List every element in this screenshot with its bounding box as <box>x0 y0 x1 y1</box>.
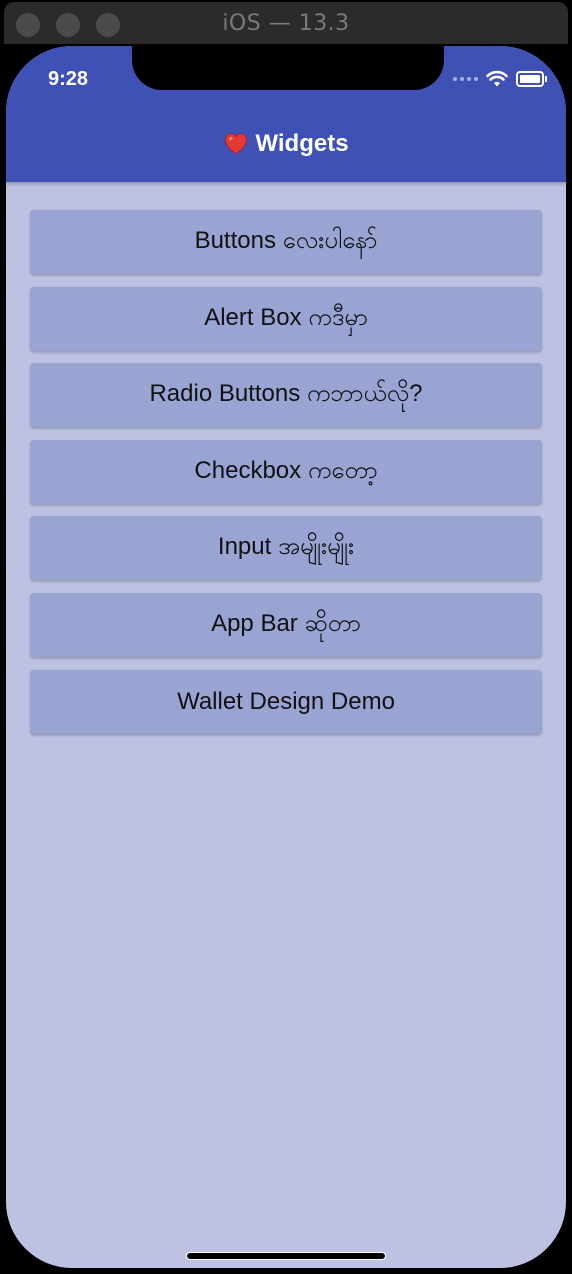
buttons-demo-button[interactable]: Buttons လေးပါနော် <box>30 210 542 274</box>
app-screen: 9:28 Widgets Buttons လေးပါနော် Alert Box… <box>6 46 566 1268</box>
checkbox-demo-button[interactable]: Checkbox ကတော့ <box>30 439 542 504</box>
window-titlebar: iOS — 13.3 <box>4 2 568 46</box>
wallet-design-demo-button[interactable]: Wallet Design Demo <box>30 669 542 734</box>
input-demo-button[interactable]: Input အမျိုးမျိုး <box>30 516 542 581</box>
alert-box-demo-button[interactable]: Alert Box ကဒီမှာ <box>30 286 542 351</box>
heart-icon <box>225 133 248 155</box>
window-title: iOS — 13.3 <box>222 11 350 36</box>
status-time: 9:28 <box>48 68 89 90</box>
device-notch <box>132 46 444 90</box>
signal-icon <box>453 77 478 81</box>
app-bar-title: Widgets <box>6 130 566 158</box>
app-bar-demo-button[interactable]: App Bar ဆိုတာ <box>30 592 542 657</box>
status-icons <box>453 68 547 90</box>
app-bar-title-text: Widgets <box>255 130 349 157</box>
widget-menu-list: Buttons လေးပါနော် Alert Box ကဒီမှာ Radio… <box>30 210 542 746</box>
battery-icon <box>516 71 547 87</box>
simulator-window: iOS — 13.3 9:28 Widgets Buttons လေးပါနော… <box>0 0 572 1274</box>
radio-buttons-demo-button[interactable]: Radio Buttons ကဘာယ်လို? <box>30 363 542 428</box>
app-bar: 9:28 Widgets <box>6 46 566 182</box>
device-frame: 9:28 Widgets Buttons လေးပါနော် Alert Box… <box>4 44 568 1270</box>
wifi-icon <box>486 70 508 87</box>
home-indicator[interactable] <box>186 1252 386 1260</box>
